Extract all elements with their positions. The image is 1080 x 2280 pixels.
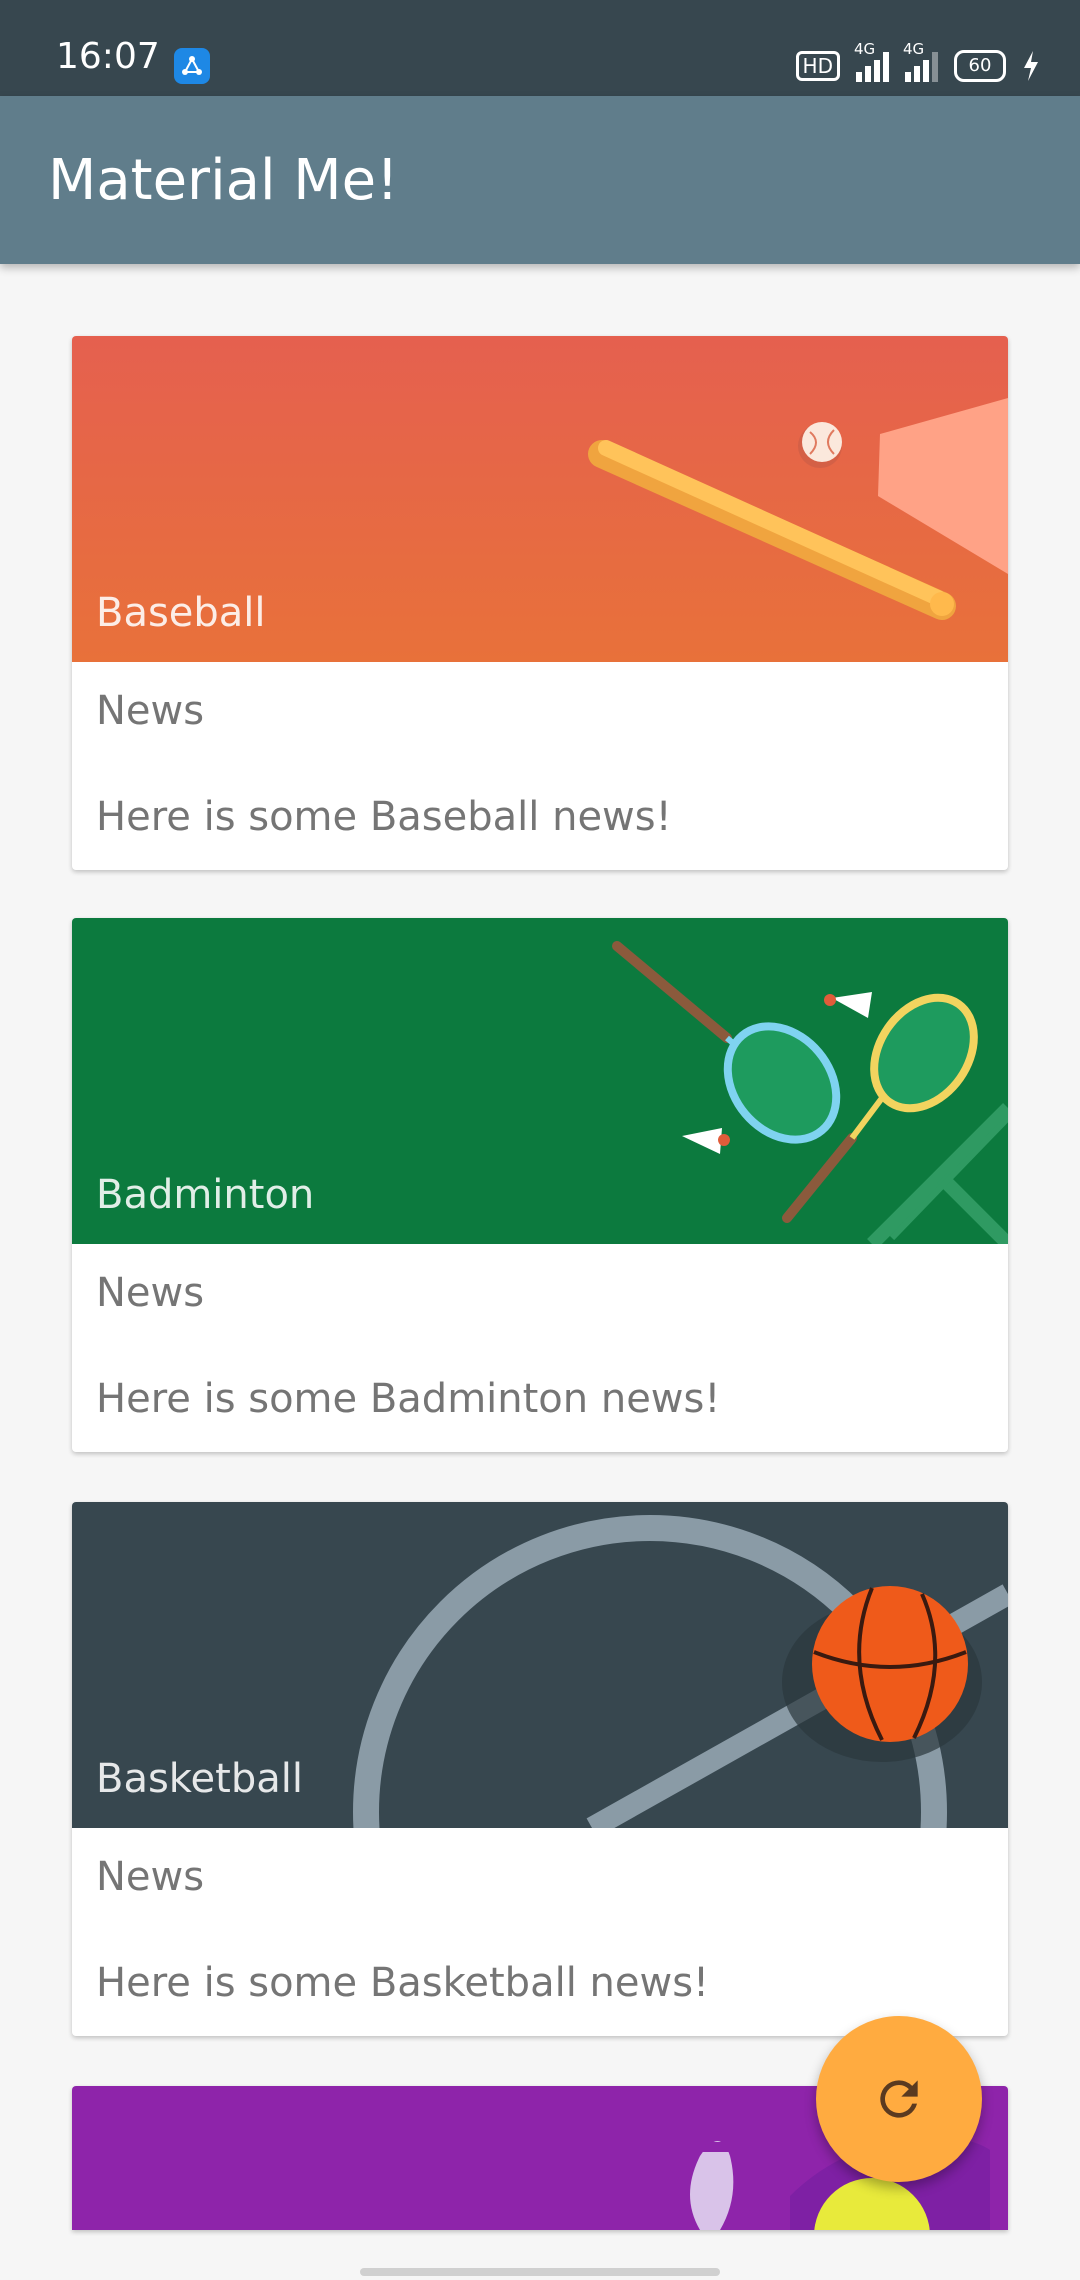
sport-card-basketball[interactable]: Basketball News Here is some Basketball … <box>72 1502 1008 2036</box>
card-subtitle: News <box>96 1854 205 1900</box>
card-info: Here is some Baseball news! <box>96 794 672 840</box>
app-notification-icon <box>174 48 210 84</box>
signal-icon: 4G <box>854 40 889 82</box>
app-bar: Material Me! <box>0 96 1080 264</box>
card-subtitle: News <box>96 688 205 734</box>
gesture-bar[interactable] <box>360 2268 720 2276</box>
card-subtitle: News <box>96 1270 205 1316</box>
refresh-button[interactable] <box>816 2016 982 2182</box>
card-title: Badminton <box>96 1172 315 1218</box>
sport-card-badminton[interactable]: Badminton News Here is some Badminton ne… <box>72 918 1008 1452</box>
sport-card-baseball[interactable]: Baseball News Here is some Baseball news… <box>72 336 1008 870</box>
card-image: Basketball <box>72 1502 1008 1828</box>
signal-icon: 4G <box>903 40 938 82</box>
battery-icon: 60 <box>954 50 1006 82</box>
charging-icon <box>1024 51 1038 81</box>
card-title: Baseball <box>96 590 266 636</box>
page-title: Material Me! <box>48 148 399 213</box>
refresh-icon <box>880 2080 918 2118</box>
card-info: Here is some Basketball news! <box>96 1960 710 2006</box>
card-title: Basketball <box>96 1756 303 1802</box>
status-bar: 16:07 HD 4G 4G 60 <box>0 0 1080 96</box>
card-image: Badminton <box>72 918 1008 1244</box>
status-time: 16:07 <box>56 36 160 77</box>
card-info: Here is some Badminton news! <box>96 1376 721 1422</box>
hd-voice-icon: HD <box>795 51 840 81</box>
card-image: Baseball <box>72 336 1008 662</box>
